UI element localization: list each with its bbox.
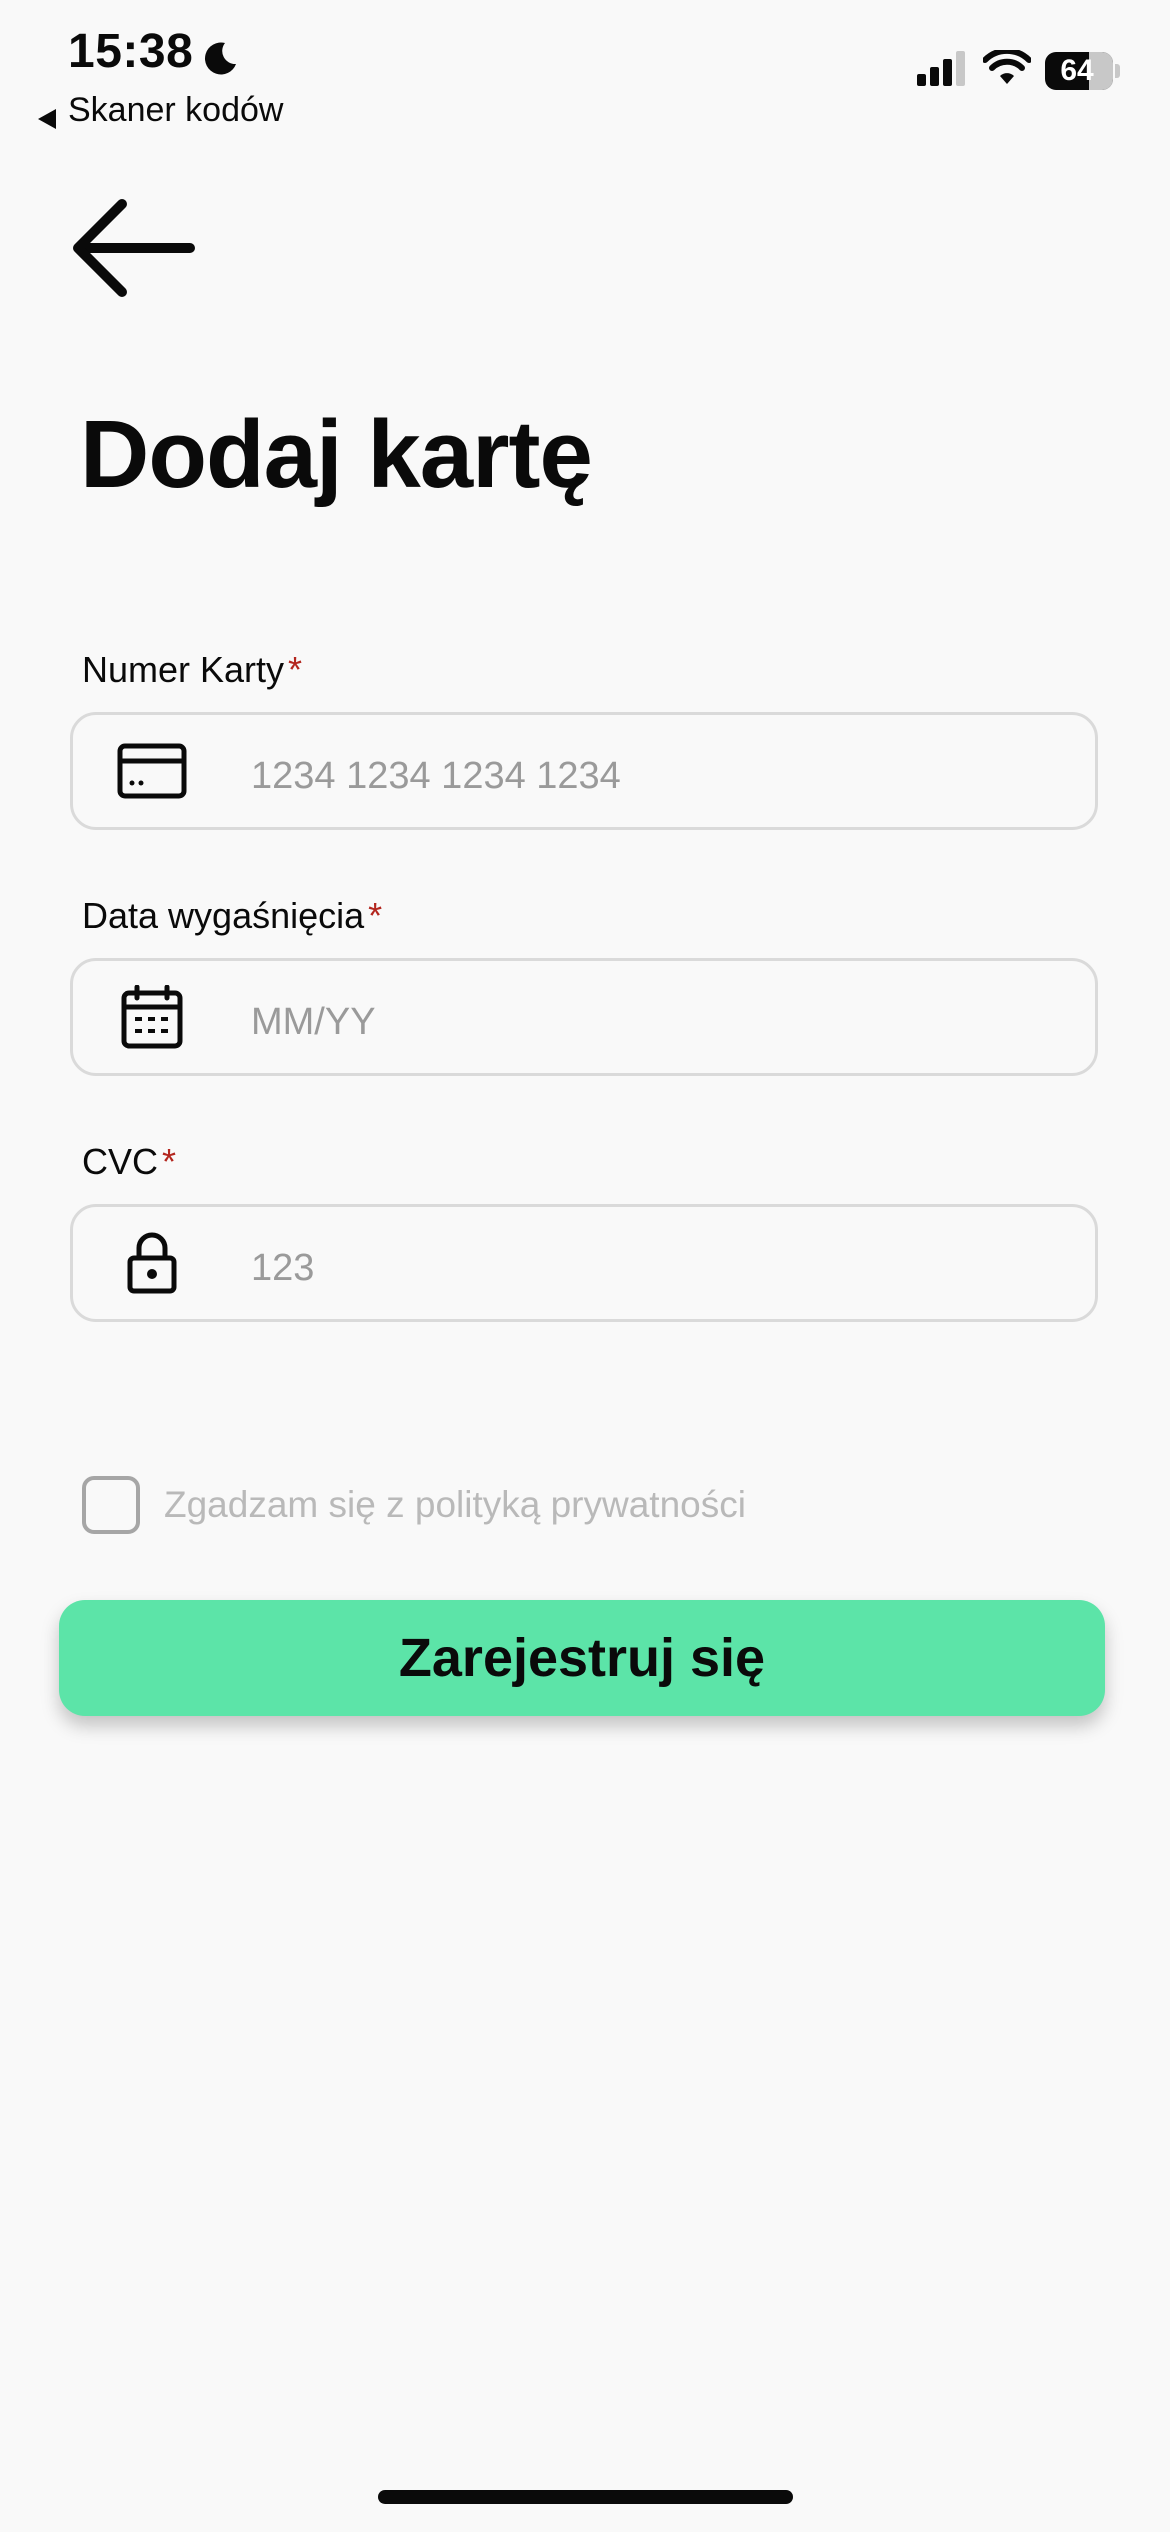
battery-level: 64 bbox=[1060, 53, 1094, 87]
status-indicators: 64 bbox=[917, 47, 1120, 91]
cvc-label-text: CVC bbox=[82, 1141, 159, 1182]
back-to-app-label: Skaner kodów bbox=[68, 91, 284, 129]
card-number-label-text: Numer Karty bbox=[82, 649, 285, 690]
required-asterisk: * bbox=[288, 649, 303, 690]
expiry-input[interactable] bbox=[251, 961, 1071, 1073]
privacy-consent-checkbox[interactable] bbox=[82, 1476, 140, 1534]
page-title: Dodaj kartę bbox=[80, 401, 593, 508]
card-number-field bbox=[70, 712, 1098, 830]
battery-indicator: 64 bbox=[1045, 51, 1120, 90]
cvc-input[interactable] bbox=[251, 1207, 1071, 1319]
required-asterisk: * bbox=[368, 895, 383, 936]
register-button[interactable]: Zarejestruj się bbox=[59, 1600, 1105, 1716]
expiry-label: Data wygaśnięcia * bbox=[82, 894, 382, 938]
status-time-text: 15:38 bbox=[68, 25, 194, 78]
privacy-consent-label: Zgadzam się z polityką prywatności bbox=[164, 1484, 746, 1525]
expiry-field bbox=[70, 958, 1098, 1076]
lock-icon bbox=[117, 1228, 187, 1298]
home-indicator bbox=[378, 2490, 793, 2504]
card-number-label: Numer Karty * bbox=[82, 648, 302, 692]
credit-card-icon bbox=[117, 736, 187, 806]
required-asterisk: * bbox=[162, 1141, 177, 1182]
expiry-label-text: Data wygaśnięcia bbox=[82, 895, 365, 936]
card-number-input[interactable] bbox=[251, 715, 1071, 827]
cvc-label: CVC * bbox=[82, 1140, 176, 1184]
status-time: 15:38 bbox=[68, 22, 239, 82]
calendar-icon bbox=[117, 982, 187, 1052]
battery-icon: 64 bbox=[1045, 51, 1113, 90]
cellular-signal-icon bbox=[917, 50, 969, 91]
back-triangle-icon bbox=[36, 98, 58, 129]
arrow-left-icon bbox=[73, 199, 195, 297]
wifi-icon bbox=[982, 47, 1032, 91]
back-to-app-link[interactable]: Skaner kodów bbox=[36, 88, 283, 132]
privacy-consent[interactable]: Zgadzam się z polityką prywatności bbox=[82, 1476, 746, 1534]
back-button[interactable] bbox=[72, 196, 196, 306]
moon-icon bbox=[201, 33, 239, 75]
cvc-field bbox=[70, 1204, 1098, 1322]
